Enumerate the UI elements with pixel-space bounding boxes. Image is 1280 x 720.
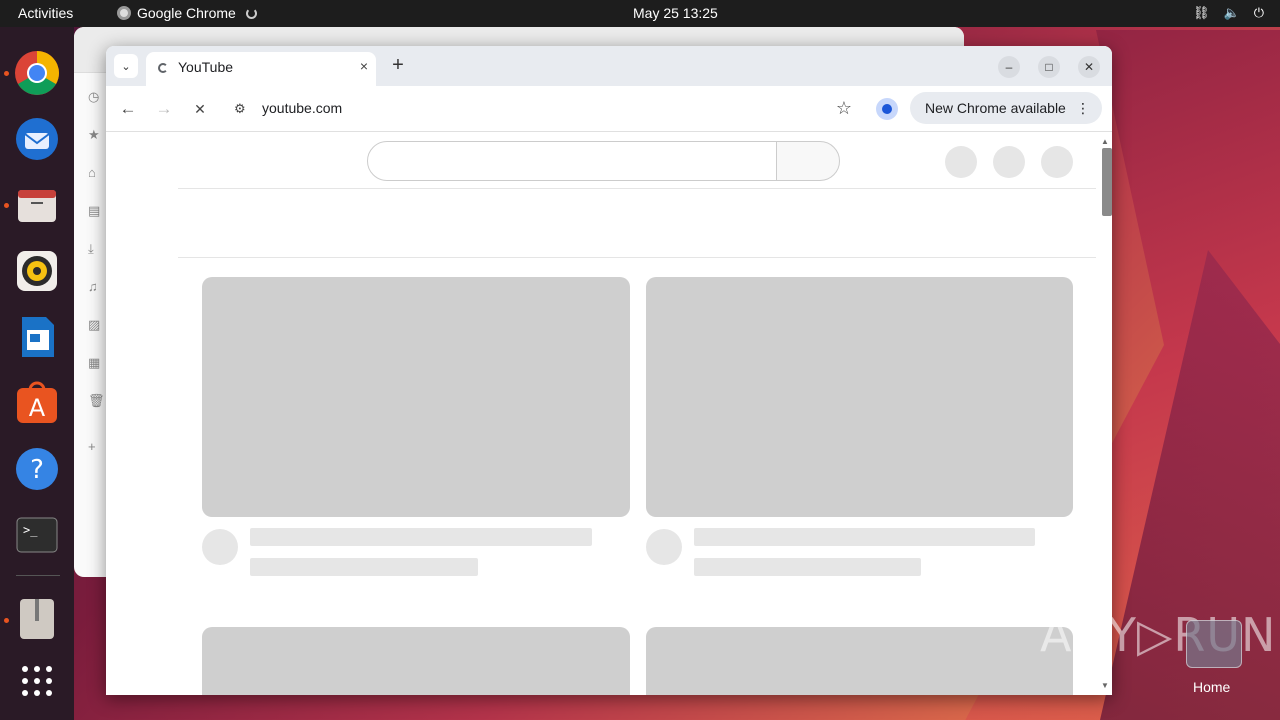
running-indicator [4, 618, 9, 623]
channel-avatar-skeleton [646, 529, 682, 565]
tab-youtube[interactable]: YouTube × [146, 52, 376, 86]
svg-text:?: ? [30, 455, 44, 485]
chrome-icon [117, 6, 131, 20]
divider [178, 188, 1096, 189]
app-center-icon[interactable]: A [13, 379, 61, 427]
archive-icon[interactable] [13, 595, 61, 643]
maximize-button[interactable]: □ [1038, 56, 1060, 78]
new-tab-button[interactable]: + [386, 54, 410, 78]
header-icon-skeleton [1041, 146, 1073, 178]
loading-favicon-icon [158, 63, 168, 73]
terminal-icon[interactable]: >_ [13, 511, 61, 559]
scroll-down-icon[interactable]: ▼ [1101, 681, 1109, 690]
running-indicator [4, 71, 9, 76]
header-icon-skeleton [993, 146, 1025, 178]
search-button-skeleton[interactable] [776, 141, 840, 181]
writer-icon[interactable] [13, 313, 61, 361]
network-icon[interactable]: ⛓ [1193, 5, 1210, 21]
scrollbar-thumb[interactable] [1102, 148, 1112, 216]
tab-title: YouTube [178, 59, 234, 75]
channel-avatar-skeleton [202, 529, 238, 565]
chrome-toolbar: ← → ✕ ⚙ youtube.com ☆ New Chrome availab… [106, 86, 1112, 132]
page-content: ▲ ▼ [106, 133, 1112, 695]
add-location-icon[interactable]: + [88, 439, 104, 454]
header-icon-skeleton [945, 146, 977, 178]
person-icon [882, 104, 892, 114]
clock[interactable]: May 25 13:25 [633, 5, 718, 21]
dock: A ? >_ [0, 27, 74, 720]
chrome-menu-button[interactable]: ⋮ [1076, 92, 1090, 124]
tab-search-button[interactable]: ⌄ [114, 54, 138, 78]
app-name-label: Google Chrome [137, 5, 236, 21]
starred-icon[interactable]: ★ [88, 127, 104, 142]
home-folder-desktop-icon[interactable] [1186, 620, 1242, 668]
chrome-icon[interactable] [13, 49, 61, 97]
scroll-up-icon[interactable]: ▲ [1101, 137, 1109, 146]
show-apps-icon[interactable] [13, 657, 61, 705]
video-thumbnail-skeleton [646, 627, 1073, 695]
profile-avatar-button[interactable] [876, 98, 898, 120]
downloads-icon[interactable]: ⤓ [88, 241, 104, 256]
url-text[interactable]: youtube.com [262, 100, 342, 116]
videos-icon[interactable]: ▦ [88, 355, 104, 370]
video-thumbnail-skeleton [202, 627, 630, 695]
svg-text:>_: >_ [23, 523, 38, 537]
loading-spinner-icon [245, 7, 257, 19]
stop-loading-button[interactable]: ✕ [189, 98, 211, 120]
recent-icon[interactable]: ◷ [88, 89, 104, 104]
tab-strip[interactable]: ⌄ YouTube × + – □ ✕ [106, 46, 1112, 86]
dock-separator [16, 575, 60, 576]
bookmark-star-button[interactable]: ☆ [836, 98, 852, 119]
site-info-icon[interactable]: ⚙ [234, 101, 246, 117]
update-chrome-button[interactable]: New Chrome available ⋮ [910, 92, 1102, 124]
home-folder-icon[interactable]: ⌂ [88, 165, 104, 180]
svg-text:A: A [29, 394, 46, 422]
activities-button[interactable]: Activities [18, 5, 73, 21]
title-line-skeleton [694, 528, 1035, 546]
volume-icon[interactable]: 🔈 [1224, 5, 1240, 21]
tab-close-button[interactable]: × [360, 58, 368, 74]
search-input-skeleton[interactable] [367, 141, 777, 181]
trash-icon[interactable]: 🗑 [88, 393, 105, 408]
top-bar: Activities Google Chrome May 25 13:25 ⛓ … [0, 0, 1280, 27]
chevron-down-icon: ⌄ [121, 60, 131, 73]
pictures-icon[interactable]: ▨ [88, 317, 104, 332]
chrome-window[interactable]: ⌄ YouTube × + – □ ✕ ← → ✕ ⚙ youtube.com … [106, 46, 1112, 695]
divider [178, 257, 1096, 258]
system-tray[interactable]: ⛓ 🔈 ⏻ [1193, 5, 1264, 21]
title-line-skeleton [250, 528, 592, 546]
power-icon[interactable]: ⏻ [1254, 5, 1264, 21]
forward-button[interactable]: → [153, 98, 175, 120]
files-icon[interactable] [13, 181, 61, 229]
update-label: New Chrome available [925, 100, 1066, 116]
rhythmbox-icon[interactable] [13, 247, 61, 295]
app-menu[interactable]: Google Chrome [117, 5, 257, 21]
minimize-button[interactable]: – [998, 56, 1020, 78]
home-desktop-label[interactable]: Home [1193, 679, 1230, 695]
music-icon[interactable]: ♫ [88, 279, 104, 294]
address-bar[interactable]: ⚙ youtube.com ☆ [224, 92, 860, 126]
video-thumbnail-skeleton [646, 277, 1073, 517]
meta-line-skeleton [250, 558, 478, 576]
help-icon[interactable]: ? [13, 445, 61, 493]
documents-icon[interactable]: ▤ [88, 203, 104, 218]
thunderbird-icon[interactable] [13, 115, 61, 163]
back-button[interactable]: ← [117, 98, 139, 120]
video-thumbnail-skeleton [202, 277, 630, 517]
close-window-button[interactable]: ✕ [1078, 56, 1100, 78]
running-indicator [4, 203, 9, 208]
meta-line-skeleton [694, 558, 921, 576]
